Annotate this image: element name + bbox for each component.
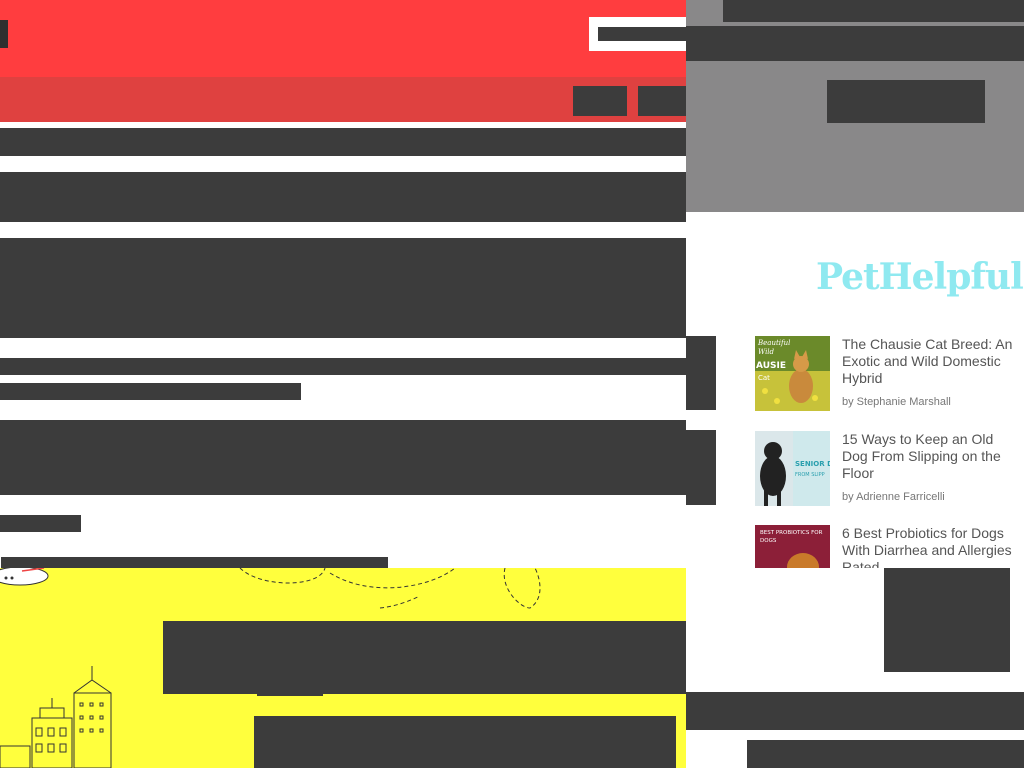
ad-cta-button[interactable] xyxy=(254,716,676,768)
ad-panel-button[interactable] xyxy=(827,80,985,123)
ad-headline-accent xyxy=(257,621,323,696)
svg-text:Wild: Wild xyxy=(758,348,775,356)
article-thumbnail[interactable]: BEST PROBIOTICS FOR DOGS xyxy=(755,525,830,568)
svg-text:Beautiful: Beautiful xyxy=(757,339,790,347)
svg-text:FROM SLIPP: FROM SLIPP xyxy=(795,472,825,478)
list-item[interactable]: BEST PROBIOTICS FOR DOGS 6 Best Probioti… xyxy=(755,525,1017,568)
svg-text:BEST PROBIOTICS FOR: BEST PROBIOTICS FOR xyxy=(760,530,823,536)
article-title-link[interactable]: 15 Ways to Keep an Old Dog From Slipping… xyxy=(842,431,1014,482)
ad-panel-bar xyxy=(686,26,1024,61)
content-label xyxy=(0,515,81,532)
article-title xyxy=(0,172,686,222)
sidebar-widget[interactable] xyxy=(884,568,1010,672)
list-item[interactable]: Beautiful Wild AUSIE Cat The Chausie Cat… xyxy=(755,336,1017,411)
svg-text:SENIOR D: SENIOR D xyxy=(795,460,830,468)
nav-item-1[interactable] xyxy=(573,86,627,116)
sidebar-item[interactable] xyxy=(747,740,1024,768)
article-title-link[interactable]: 6 Best Probiotics for Dogs With Diarrhea… xyxy=(842,525,1014,568)
airplane-icon xyxy=(0,568,49,586)
article-thumbnail[interactable]: Beautiful Wild AUSIE Cat xyxy=(755,336,830,411)
svg-text:DOGS: DOGS xyxy=(760,538,777,544)
article-intro xyxy=(0,238,686,338)
byline-meta xyxy=(0,383,301,400)
advertisement-banner[interactable] xyxy=(0,568,686,768)
city-skyline-icon xyxy=(0,666,112,768)
related-articles: Beautiful Wild AUSIE Cat The Chausie Cat… xyxy=(686,320,1024,568)
nav-item-2[interactable] xyxy=(638,86,686,116)
byline xyxy=(0,358,686,375)
sidebar-heading xyxy=(686,692,1024,730)
menu-button[interactable] xyxy=(0,20,8,48)
probiotics-thumbnail-icon: BEST PROBIOTICS FOR DOGS xyxy=(755,525,830,568)
article-author: by Stephanie Marshall xyxy=(842,396,951,408)
breadcrumb[interactable] xyxy=(0,128,686,156)
pethelpful-logo[interactable]: PetHelpful xyxy=(816,252,1024,302)
dog-thumbnail-icon: SENIOR D FROM SLIPP xyxy=(755,431,830,506)
svg-text:Cat: Cat xyxy=(758,374,770,382)
content-caption xyxy=(1,557,388,568)
list-item[interactable]: SENIOR D FROM SLIPP 15 Ways to Keep an O… xyxy=(755,431,1017,506)
site-header xyxy=(0,0,686,77)
article-author: by Adrienne Farricelli xyxy=(842,491,945,503)
article-thumbnail[interactable]: SENIOR D FROM SLIPP xyxy=(755,431,830,506)
search-input[interactable] xyxy=(598,27,686,41)
ad-headline xyxy=(163,621,686,694)
content-block xyxy=(0,420,686,495)
article-title-link[interactable]: The Chausie Cat Breed: An Exotic and Wil… xyxy=(842,336,1014,387)
cat-thumbnail-icon: Beautiful Wild AUSIE Cat xyxy=(755,336,830,411)
svg-text:AUSIE: AUSIE xyxy=(756,361,786,371)
ad-panel-top xyxy=(723,0,1024,22)
